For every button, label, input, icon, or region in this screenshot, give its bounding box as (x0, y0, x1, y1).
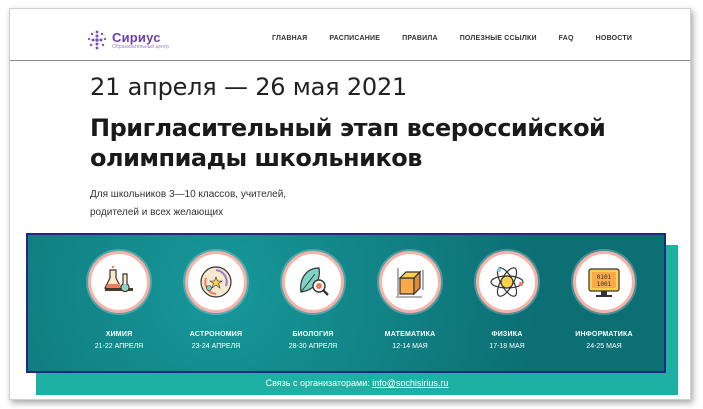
subjects-panel: ХИМИЯ 21-22 АПРЕЛЯ АСТРОНОМИЯ 23-24 АПРЕ… (26, 233, 666, 373)
subject-dates: 21-22 АПРЕЛЯ (94, 343, 144, 350)
subject-dates: 17-18 МАЯ (489, 343, 525, 350)
subject-chemistry[interactable]: ХИМИЯ 21-22 АПРЕЛЯ (70, 251, 168, 350)
contact-label: Связь с организаторами: (265, 378, 373, 388)
subtitle-line-1: Для школьников 3—10 классов, учителей, (90, 189, 287, 200)
title-line-2: олимпиады школьников (90, 144, 422, 172)
subject-math[interactable]: МАТЕМАТИКА 12-14 МАЯ (361, 251, 459, 350)
logo[interactable]: Сириус Образовательный центр (86, 29, 169, 51)
sirius-logo-icon (86, 29, 108, 51)
page-title: Пригласительный этап всероссийской олимп… (90, 113, 650, 173)
nav-faq[interactable]: FAQ (559, 35, 574, 42)
subject-dates: 24-25 МАЯ (586, 343, 622, 350)
biology-leaf-icon (282, 251, 344, 313)
subject-biology[interactable]: БИОЛОГИЯ 28-30 АПРЕЛЯ (264, 251, 362, 350)
subject-dates: 12-14 МАЯ (392, 343, 428, 350)
svg-text:0101: 0101 (597, 274, 612, 281)
contact-email-link[interactable]: info@sochisirius.ru (372, 378, 448, 388)
subject-name: АСТРОНОМИЯ (189, 331, 243, 338)
title-line-1: Пригласительный этап всероссийской (90, 114, 606, 142)
subject-informatics[interactable]: 0101 1001 ИНФОРМАТИКА 24-25 МАЯ (555, 251, 653, 350)
site-header: Сириус Образовательный центр ГЛАВНАЯ РАС… (10, 9, 690, 61)
browser-frame: Сириус Образовательный центр ГЛАВНАЯ РАС… (9, 8, 691, 400)
informatics-binary-monitor-icon: 0101 1001 (573, 251, 635, 313)
chemistry-flasks-icon (88, 251, 150, 313)
nav-home[interactable]: ГЛАВНАЯ (272, 35, 307, 42)
astronomy-galaxy-icon (185, 251, 247, 313)
nav-useful-links[interactable]: ПОЛЕЗНЫЕ ССЫЛКИ (460, 35, 537, 42)
subject-name: ФИЗИКА (491, 331, 523, 338)
subject-name: БИОЛОГИЯ (292, 331, 334, 338)
nav-news[interactable]: НОВОСТИ (596, 35, 632, 42)
physics-atom-icon (476, 251, 538, 313)
nav-schedule[interactable]: РАСПИСАНИЕ (329, 35, 380, 42)
subject-astronomy[interactable]: АСТРОНОМИЯ 23-24 АПРЕЛЯ (167, 251, 265, 350)
main-nav: ГЛАВНАЯ РАСПИСАНИЕ ПРАВИЛА ПОЛЕЗНЫЕ ССЫЛ… (272, 35, 654, 42)
nav-rules[interactable]: ПРАВИЛА (402, 35, 438, 42)
event-dates: 21 апреля — 26 мая 2021 (90, 73, 408, 101)
contact-line: Связь с организаторами: info@sochisirius… (36, 378, 678, 392)
page-subtitle: Для школьников 3—10 классов, учителей, р… (90, 186, 390, 222)
svg-text:1001: 1001 (597, 281, 612, 288)
subject-name: ХИМИЯ (105, 331, 133, 338)
logo-subtitle: Образовательный центр (112, 43, 169, 50)
subject-name: ИНФОРМАТИКА (575, 331, 633, 338)
subject-physics[interactable]: ФИЗИКА 17-18 МАЯ (458, 251, 556, 350)
subject-dates: 28-30 АПРЕЛЯ (288, 343, 338, 350)
math-cube-icon (379, 251, 441, 313)
subject-dates: 23-24 АПРЕЛЯ (191, 343, 241, 350)
subtitle-line-2: родителей и всех желающих (90, 207, 224, 218)
subject-name: МАТЕМАТИКА (384, 331, 436, 338)
logo-name: Сириус (112, 29, 161, 45)
